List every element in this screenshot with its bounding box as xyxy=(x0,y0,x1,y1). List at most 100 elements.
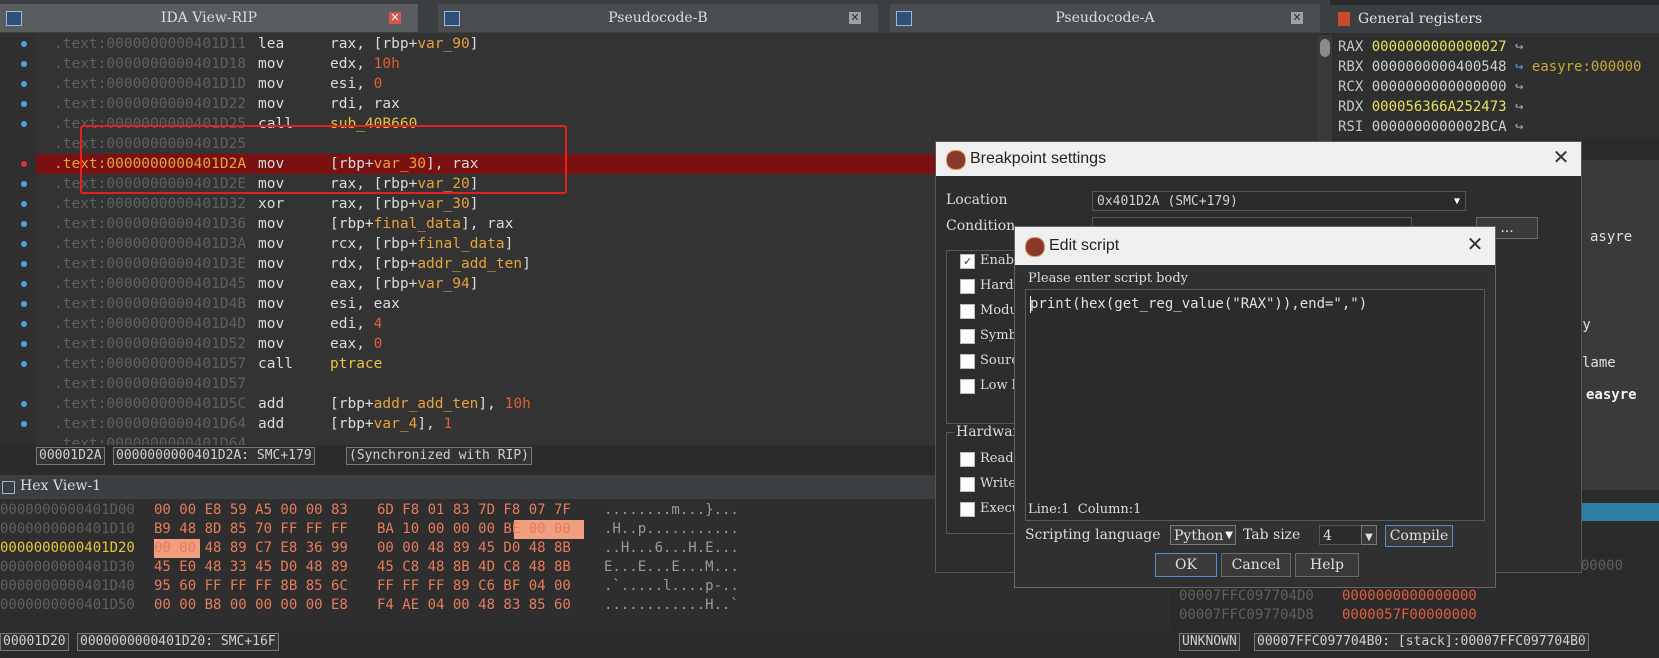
register-row[interactable]: RDX 000056366A252473 ↪ xyxy=(1338,97,1523,117)
hex-bytes[interactable]: 00 00 48 89 45 D0 48 8B xyxy=(377,539,571,558)
disasm-line[interactable]: .text:0000000000401D4D mov edi, 4 xyxy=(54,314,382,334)
edit-script-dialog: Edit script ✕ Please enter script body p… xyxy=(1014,226,1496,588)
code-marker-icon[interactable] xyxy=(21,341,27,347)
operand-symbol[interactable]: ptrace xyxy=(330,356,382,372)
disasm-line[interactable]: .text:0000000000401D3A mov rcx, [rbp+final… xyxy=(54,234,513,254)
breakpoint-icon[interactable] xyxy=(21,161,27,167)
code-marker-icon[interactable] xyxy=(21,301,27,307)
code-marker-icon[interactable] xyxy=(21,221,27,227)
option-checkbox[interactable] xyxy=(960,304,975,319)
hex-bytes[interactable]: F4 AE 04 00 48 83 85 60 xyxy=(377,596,571,615)
disasm-line[interactable]: .text:0000000000401D32 xor rax, [rbp+var_3… xyxy=(54,194,478,214)
hex-bytes[interactable]: 45 C8 48 8B 4D C8 48 8B xyxy=(377,558,571,577)
disasm-line[interactable]: .text:0000000000401D1D mov esi, 0 xyxy=(54,74,382,94)
tab-ida-view-rip[interactable]: IDA View-RIP ✕ xyxy=(0,4,418,32)
location-combo[interactable]: 0x401D2A (SMC+179) ▼ xyxy=(1092,191,1466,211)
disasm-line[interactable]: .text:0000000000401D22 mov rdi, rax xyxy=(54,94,400,114)
close-icon[interactable]: ✕ xyxy=(849,12,861,24)
dialog-title-bar: Edit script ✕ xyxy=(1015,227,1495,265)
hex-bytes[interactable]: 00 00 48 89 C7 E8 36 99 xyxy=(154,539,348,558)
hex-bytes[interactable]: 6D F8 01 83 7D F8 07 7F xyxy=(377,501,571,520)
close-icon[interactable]: ✕ xyxy=(1551,148,1571,168)
operand-symbol[interactable]: var_30 xyxy=(417,196,469,212)
hex-bytes[interactable]: 95 60 FF FF FF 8B 85 6C xyxy=(154,577,348,596)
hex-bytes[interactable]: 00 00 B8 00 00 00 00 E8 xyxy=(154,596,348,615)
hex-bytes[interactable]: FF FF FF 89 C6 BF 04 00 xyxy=(377,577,571,596)
register-row[interactable]: RSI 0000000000002BCA ↪ xyxy=(1338,117,1523,137)
disasm-line[interactable]: .text:0000000000401D57 xyxy=(54,374,246,394)
operand-symbol[interactable]: var_94 xyxy=(417,276,469,292)
tab-pseudocode-b[interactable]: Pseudocode-B ✕ xyxy=(438,4,878,32)
hex-row[interactable]: 0000000000401D40 95 60 FF FF FF 8B 85 6C F… xyxy=(0,577,1170,596)
breakpoint-gutter[interactable] xyxy=(0,33,36,445)
ida-logo-icon xyxy=(1025,237,1045,257)
help-button[interactable]: Help xyxy=(1295,553,1359,577)
register-row[interactable]: RBX 0000000000400548 ↪ easyre:000000 xyxy=(1338,57,1641,77)
hex-bytes[interactable]: B9 48 8D 85 70 FF FF FF xyxy=(154,520,348,539)
disasm-line[interactable]: .text:0000000000401D3E mov rdx, [rbp+addr_… xyxy=(54,254,531,274)
close-icon[interactable]: ✕ xyxy=(1291,12,1303,24)
option-checkbox[interactable] xyxy=(960,354,975,369)
script-editor[interactable]: print(hex(get_reg_value("RAX")),end=",") xyxy=(1025,289,1485,501)
code-marker-icon[interactable] xyxy=(21,201,27,207)
operand-symbol[interactable]: final_data xyxy=(374,216,461,232)
ok-button[interactable]: OK xyxy=(1155,553,1217,577)
operand-symbol[interactable]: 0 xyxy=(374,336,383,352)
disasm-line[interactable]: .text:0000000000401D52 mov eax, 0 xyxy=(54,334,382,354)
scripting-language-select[interactable]: Python ▼ xyxy=(1170,525,1236,545)
disasm-address: .text:0000000000401D11 xyxy=(54,36,247,52)
operand-symbol[interactable]: final_data xyxy=(417,236,504,252)
code-marker-icon[interactable] xyxy=(21,281,27,287)
disasm-address: .text:0000000000401D3A xyxy=(54,236,247,252)
operand-symbol[interactable]: var_90 xyxy=(417,36,469,52)
code-marker-icon[interactable] xyxy=(21,421,27,427)
hex-bytes[interactable]: BA 10 00 00 00 BE 00 00 xyxy=(377,520,571,539)
disasm-line[interactable]: .text:0000000000401D57 call ptrace xyxy=(54,354,382,374)
registers-title: General registers xyxy=(1358,11,1483,27)
operand-symbol[interactable]: 4 xyxy=(374,316,383,332)
tab-pseudocode-a[interactable]: Pseudocode-A ✕ xyxy=(890,4,1320,32)
disasm-line[interactable]: .text:0000000000401D18 mov edx, 10h xyxy=(54,54,400,74)
operand-symbol[interactable]: 0 xyxy=(374,76,383,92)
code-marker-icon[interactable] xyxy=(21,361,27,367)
compile-button[interactable]: Compile xyxy=(1385,525,1453,547)
code-marker-icon[interactable] xyxy=(21,61,27,67)
operand-symbol[interactable]: addr_add_ten xyxy=(417,256,522,272)
code-marker-icon[interactable] xyxy=(21,241,27,247)
disasm-line[interactable]: .text:0000000000401D4B mov esi, eax xyxy=(54,294,400,314)
chevron-down-icon[interactable]: ▼ xyxy=(1449,192,1465,210)
disasm-line[interactable]: .text:0000000000401D45 mov eax, [rbp+var_9… xyxy=(54,274,478,294)
code-marker-icon[interactable] xyxy=(21,121,27,127)
disasm-line[interactable]: .text:0000000000401D36 mov [rbp+final_data… xyxy=(54,214,513,234)
scrollbar-thumb[interactable] xyxy=(1320,39,1330,57)
hex-status-offset: 00001D20 xyxy=(0,633,69,651)
hex-bytes[interactable]: 45 E0 48 33 45 D0 48 89 xyxy=(154,558,348,577)
code-marker-icon[interactable] xyxy=(21,81,27,87)
option-checkbox[interactable] xyxy=(960,379,975,394)
code-marker-icon[interactable] xyxy=(21,321,27,327)
close-icon[interactable]: ✕ xyxy=(1465,235,1485,255)
hex-row[interactable]: 0000000000401D50 00 00 B8 00 00 00 00 E8 F… xyxy=(0,596,1170,615)
option-checkbox[interactable] xyxy=(960,279,975,294)
chevron-down-icon[interactable]: ▼ xyxy=(1361,525,1377,545)
code-marker-icon[interactable] xyxy=(21,101,27,107)
register-row[interactable]: RAX 0000000000000027 ↪ xyxy=(1338,37,1523,57)
operand-symbol[interactable]: var_4 xyxy=(374,416,418,432)
operand-symbol[interactable]: 10h xyxy=(374,56,400,72)
option-checkbox[interactable]: ✓ xyxy=(960,254,975,269)
operand-symbol[interactable]: addr_add_ten xyxy=(374,396,479,412)
code-marker-icon[interactable] xyxy=(21,41,27,47)
cancel-button[interactable]: Cancel xyxy=(1221,553,1291,577)
hex-bytes[interactable]: 00 00 E8 59 A5 00 00 83 xyxy=(154,501,348,520)
code-marker-icon[interactable] xyxy=(21,401,27,407)
disasm-line[interactable]: .text:0000000000401D64 add [rbp+var_4], 1 xyxy=(54,414,452,434)
disasm-line[interactable]: .text:0000000000401D5C add [rbp+addr_add_t… xyxy=(54,394,531,414)
code-marker-icon[interactable] xyxy=(21,181,27,187)
stack-row[interactable]: 00007FFC097704D8 0000057F00000000 xyxy=(1179,606,1477,625)
code-marker-icon[interactable] xyxy=(21,261,27,267)
option-checkbox[interactable] xyxy=(960,329,975,344)
stack-row[interactable]: 00007FFC097704D0 0000000000000000 xyxy=(1179,587,1477,606)
register-row[interactable]: RCX 0000000000000000 ↪ xyxy=(1338,77,1523,97)
close-icon[interactable]: ✕ xyxy=(389,12,401,24)
disasm-line[interactable]: .text:0000000000401D11 lea rax, [rbp+var_9… xyxy=(54,34,478,54)
